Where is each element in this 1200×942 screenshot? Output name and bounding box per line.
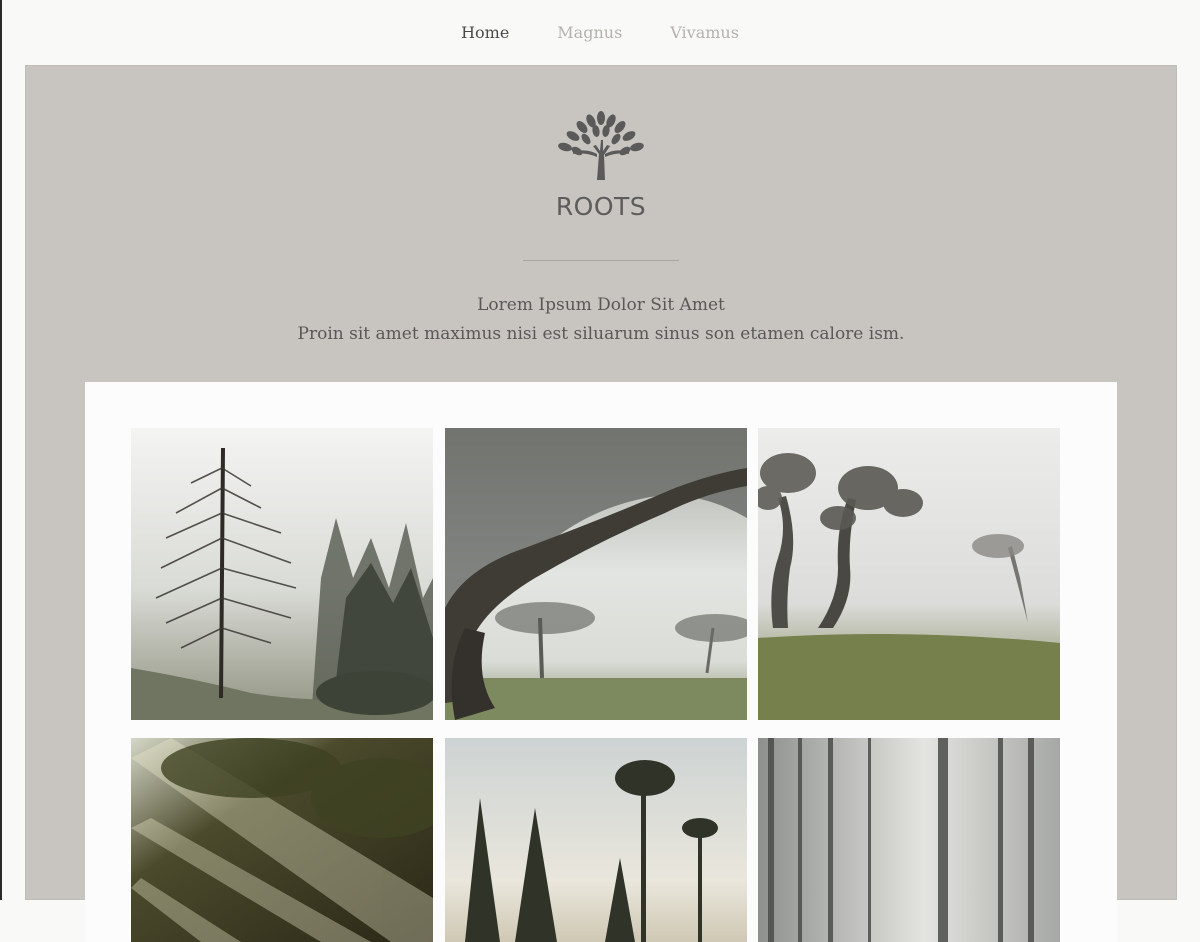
gallery-image-5[interactable]	[445, 738, 747, 942]
nav-item-home[interactable]: Home	[461, 23, 509, 44]
tree-icon[interactable]	[553, 110, 649, 182]
divider	[523, 260, 679, 261]
top-navigation: Home Magnus Vivamus	[0, 0, 1200, 66]
brand-title[interactable]: ROOTS	[25, 192, 1177, 221]
tagline-line-2: Proin sit amet maximus nisi est siluarum…	[297, 324, 905, 344]
gallery-image-3[interactable]	[758, 428, 1060, 720]
hero-section: ROOTS Lorem Ipsum Dolor Sit Amet Proin s…	[25, 65, 1177, 942]
gallery-image-2[interactable]	[445, 428, 747, 720]
gallery-image-1[interactable]	[131, 428, 433, 720]
tagline-line-1: Lorem Ipsum Dolor Sit Amet	[477, 295, 725, 315]
gallery-panel	[85, 382, 1117, 942]
window-edge	[0, 0, 2, 900]
nav-item-magnus[interactable]: Magnus	[557, 23, 622, 44]
gallery-image-4[interactable]	[131, 738, 433, 942]
tagline: Lorem Ipsum Dolor Sit Amet Proin sit ame…	[25, 291, 1177, 349]
gallery-image-6[interactable]	[758, 738, 1060, 942]
nav-item-vivamus[interactable]: Vivamus	[670, 23, 739, 44]
